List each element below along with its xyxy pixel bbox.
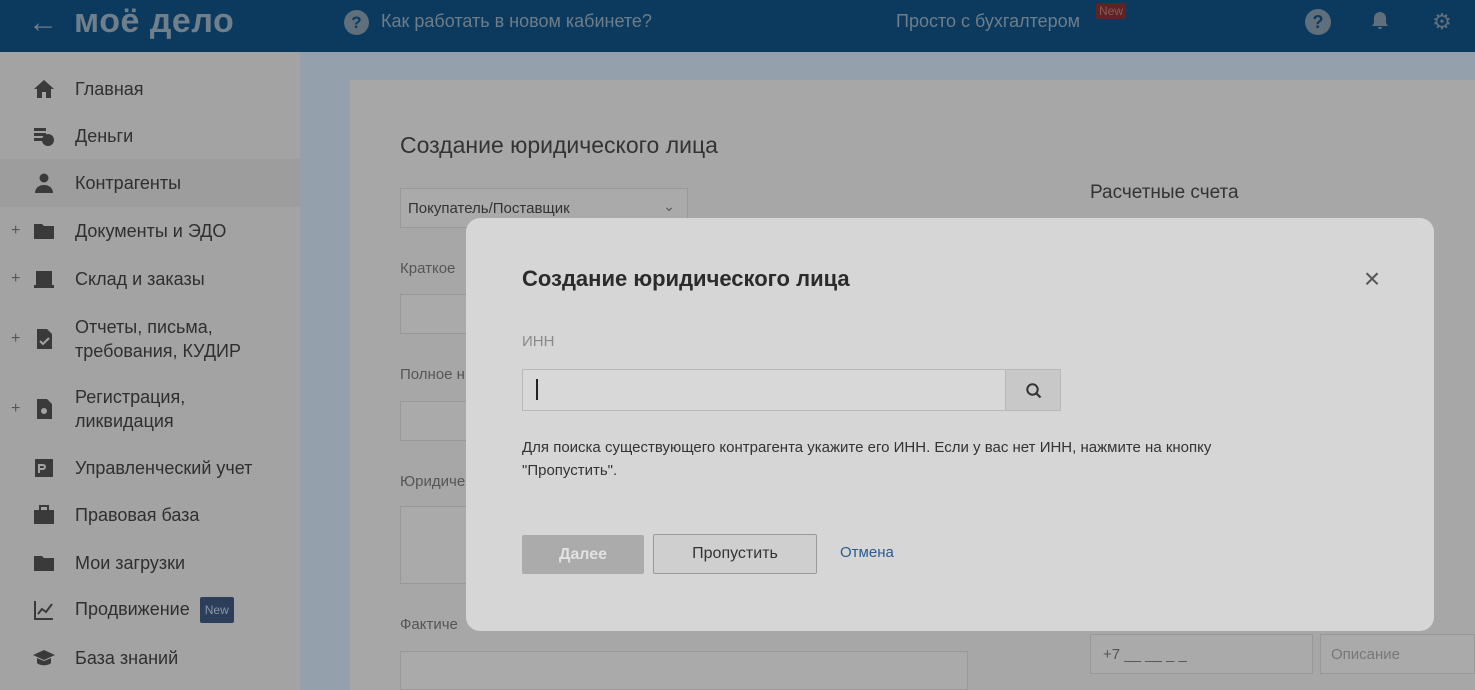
sidebar-item-label: Правовая база xyxy=(75,505,200,525)
text-caret xyxy=(536,379,538,400)
sidebar-item-label: Деньги xyxy=(75,126,134,146)
chart-icon xyxy=(32,598,56,622)
inn-input[interactable] xyxy=(522,369,1006,411)
full-name-label: Полное н xyxy=(400,366,465,383)
folder-icon xyxy=(32,219,56,243)
cancel-link[interactable]: Отмена xyxy=(840,544,894,561)
new-badge: New xyxy=(1096,3,1127,19)
sidebar-item-reports[interactable]: + Отчеты, письма, требования, КУДИР xyxy=(0,314,300,364)
description-field[interactable]: Описание xyxy=(1320,634,1475,674)
contractor-icon xyxy=(32,171,56,195)
sidebar-item-label: Управленческий учет xyxy=(75,458,253,478)
sidebar-item-label: Продвижение New xyxy=(75,597,234,624)
sidebar-item-money[interactable]: Деньги xyxy=(0,123,300,149)
registration-icon xyxy=(32,397,56,421)
sidebar-item-label: Мои загрузки xyxy=(75,553,186,573)
create-legal-entity-modal: Создание юридического лица × ИНН Для пои… xyxy=(466,218,1434,631)
label-line-1: Отчеты, письма, xyxy=(75,317,213,337)
search-button[interactable] xyxy=(1005,369,1061,411)
home-icon xyxy=(32,77,56,101)
label-line-2: требования, КУДИР xyxy=(75,341,241,361)
how-to-link[interactable]: Как работать в новом кабинете? xyxy=(381,11,652,32)
top-header: ← моё дело ? Как работать в новом кабине… xyxy=(0,0,1475,52)
graduation-cap-icon xyxy=(32,646,56,670)
short-name-label: Краткое xyxy=(400,260,456,277)
close-icon[interactable]: × xyxy=(1359,265,1385,293)
sidebar-item-documents[interactable]: + Документы и ЭДО xyxy=(0,218,300,244)
sidebar-item-label: Регистрация, ликвидация xyxy=(75,385,185,433)
sidebar-item-label: Контрагенты xyxy=(75,173,182,193)
chevron-down-icon: ⌄ xyxy=(663,198,675,214)
search-icon xyxy=(1026,383,1042,399)
skip-button[interactable]: Пропустить xyxy=(653,534,817,574)
sidebar-item-label: Главная xyxy=(75,79,144,99)
sidebar-item-registration[interactable]: + Регистрация, ликвидация xyxy=(0,384,300,434)
help-icon[interactable]: ? xyxy=(1305,9,1331,35)
short-name-field[interactable] xyxy=(400,294,470,334)
inn-hint: Для поиска существующего контрагента ука… xyxy=(522,439,1212,479)
page-title: Создание юридического лица xyxy=(400,132,718,158)
new-badge: New xyxy=(199,597,234,624)
legal-address-label: Юридиче xyxy=(400,473,466,490)
sidebar-item-warehouse[interactable]: + Склад и заказы xyxy=(0,266,300,292)
warehouse-icon xyxy=(32,267,56,291)
management-icon xyxy=(32,456,56,480)
simple-accountant-link[interactable]: Просто с бухгалтером xyxy=(896,11,1080,32)
expand-icon[interactable]: + xyxy=(11,222,20,240)
sidebar: Главная Деньги Контрагенты + Документы и… xyxy=(0,52,300,690)
sidebar-item-management[interactable]: Управленческий учет xyxy=(0,455,300,481)
report-icon xyxy=(32,327,56,351)
sidebar-item-knowledge[interactable]: База знаний xyxy=(0,645,300,671)
sidebar-item-legal[interactable]: Правовая база xyxy=(0,502,300,528)
bell-icon[interactable] xyxy=(1367,9,1393,35)
arrow-left-icon[interactable]: ← xyxy=(28,6,58,40)
gear-icon[interactable]: ⚙ xyxy=(1429,9,1455,35)
sidebar-item-promotion[interactable]: Продвижение New xyxy=(0,597,300,624)
select-value: Покупатель/Поставщик xyxy=(408,200,570,217)
modal-title: Создание юридического лица xyxy=(522,266,850,291)
sidebar-item-label: Отчеты, письма, требования, КУДИР xyxy=(75,315,241,363)
sidebar-item-home[interactable]: Главная xyxy=(0,76,300,102)
money-icon xyxy=(32,124,56,148)
sidebar-item-label: База знаний xyxy=(75,648,179,668)
actual-address-field[interactable] xyxy=(400,651,968,690)
label-line-1: Регистрация, xyxy=(75,387,186,407)
expand-icon[interactable]: + xyxy=(11,400,20,418)
actual-address-label: Фактиче xyxy=(400,616,458,633)
question-icon[interactable]: ? xyxy=(344,10,369,35)
expand-icon[interactable]: + xyxy=(11,270,20,288)
sidebar-item-label: Документы и ЭДО xyxy=(75,221,227,241)
legal-address-field[interactable] xyxy=(400,506,470,584)
expand-icon[interactable]: + xyxy=(11,330,20,348)
logo[interactable]: моё дело xyxy=(74,2,234,41)
inn-label: ИНН xyxy=(522,333,555,350)
label-text: Продвижение xyxy=(75,598,190,619)
sidebar-item-downloads[interactable]: Мои загрузки xyxy=(0,550,300,576)
sidebar-item-label: Склад и заказы xyxy=(75,269,205,289)
sidebar-item-contractors[interactable]: Контрагенты xyxy=(0,159,300,207)
label-line-2: ликвидация xyxy=(75,411,174,431)
phone-field[interactable]: +7 __ __ _ _ xyxy=(1090,634,1313,674)
full-name-field[interactable] xyxy=(400,401,470,441)
folder-icon xyxy=(32,551,56,575)
next-button[interactable]: Далее xyxy=(522,535,644,574)
accounts-title: Расчетные счета xyxy=(1090,182,1239,203)
briefcase-icon xyxy=(32,503,56,527)
